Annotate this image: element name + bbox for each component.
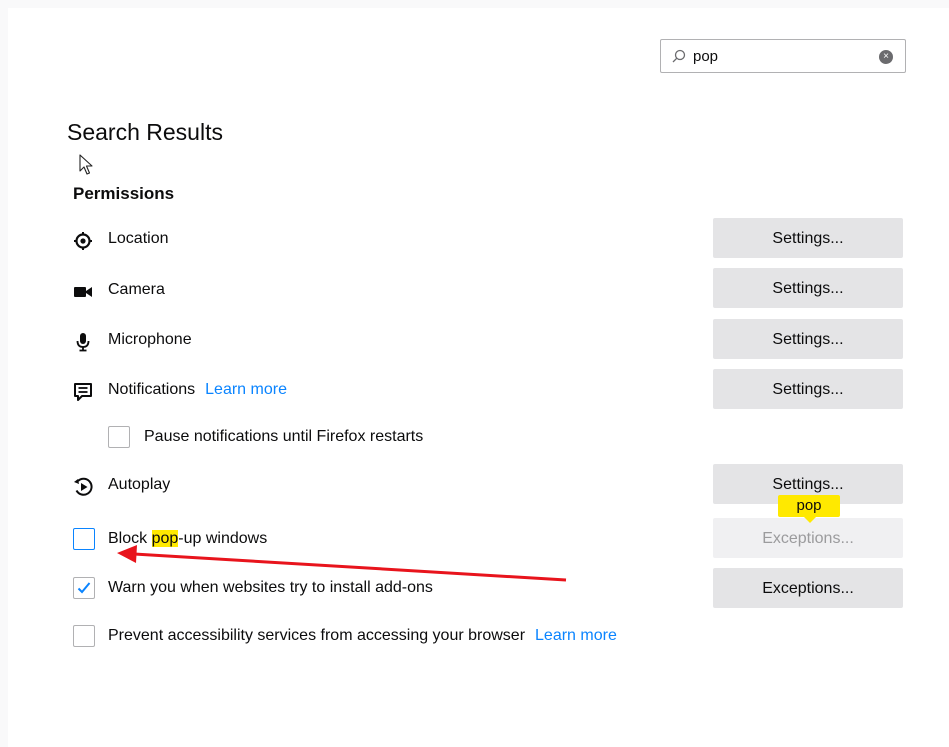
location-label: Location [108, 230, 169, 247]
block-popups-exceptions-button[interactable]: Exceptions... [713, 518, 903, 558]
addons-exceptions-button[interactable]: Exceptions... [713, 568, 903, 608]
notifications-icon [74, 383, 92, 401]
permissions-heading: Permissions [73, 184, 175, 203]
block-popups-label-start: Block [108, 530, 152, 547]
accessibility-learn-more-link[interactable]: Learn more [535, 627, 617, 644]
warn-addons-checkbox[interactable] [73, 577, 95, 599]
search-input[interactable] [693, 46, 873, 66]
clear-search-icon[interactable]: × [879, 50, 893, 64]
checkmark-icon [77, 582, 91, 594]
microphone-icon [76, 333, 90, 352]
block-popups-checkbox[interactable] [73, 528, 95, 550]
pause-notifications-checkbox[interactable] [108, 426, 130, 448]
autoplay-label: Autoplay [108, 476, 171, 493]
warn-addons-label: Warn you when websites try to install ad… [108, 579, 433, 596]
camera-icon [74, 287, 92, 297]
search-box[interactable]: × [660, 39, 906, 73]
pause-notifications-label: Pause notifications until Firefox restar… [144, 428, 424, 445]
search-highlight: pop [151, 530, 179, 547]
notifications-settings-button[interactable]: Settings... [713, 369, 903, 409]
prevent-accessibility-label: Prevent accessibility services from acce… [108, 627, 526, 644]
search-icon [672, 49, 686, 63]
microphone-label: Microphone [108, 331, 192, 348]
notifications-learn-more-link[interactable]: Learn more [205, 381, 287, 398]
autoplay-icon [74, 477, 93, 496]
block-popups-label: Block pop-up windows [108, 530, 267, 548]
prevent-accessibility-checkbox[interactable] [73, 625, 95, 647]
search-match-tooltip: pop [778, 495, 840, 523]
page-title: Search Results [67, 119, 223, 145]
location-icon [74, 232, 92, 250]
prevent-accessibility-row: Prevent accessibility services from acce… [108, 627, 617, 645]
camera-settings-button[interactable]: Settings... [713, 268, 903, 308]
notifications-label: Notifications [108, 381, 196, 398]
microphone-settings-button[interactable]: Settings... [713, 319, 903, 359]
location-settings-button[interactable]: Settings... [713, 218, 903, 258]
mouse-cursor-icon [79, 154, 93, 175]
camera-label: Camera [108, 281, 165, 298]
block-popups-label-end: -up windows [178, 530, 268, 547]
notifications-row: Notifications Learn more [108, 381, 287, 399]
